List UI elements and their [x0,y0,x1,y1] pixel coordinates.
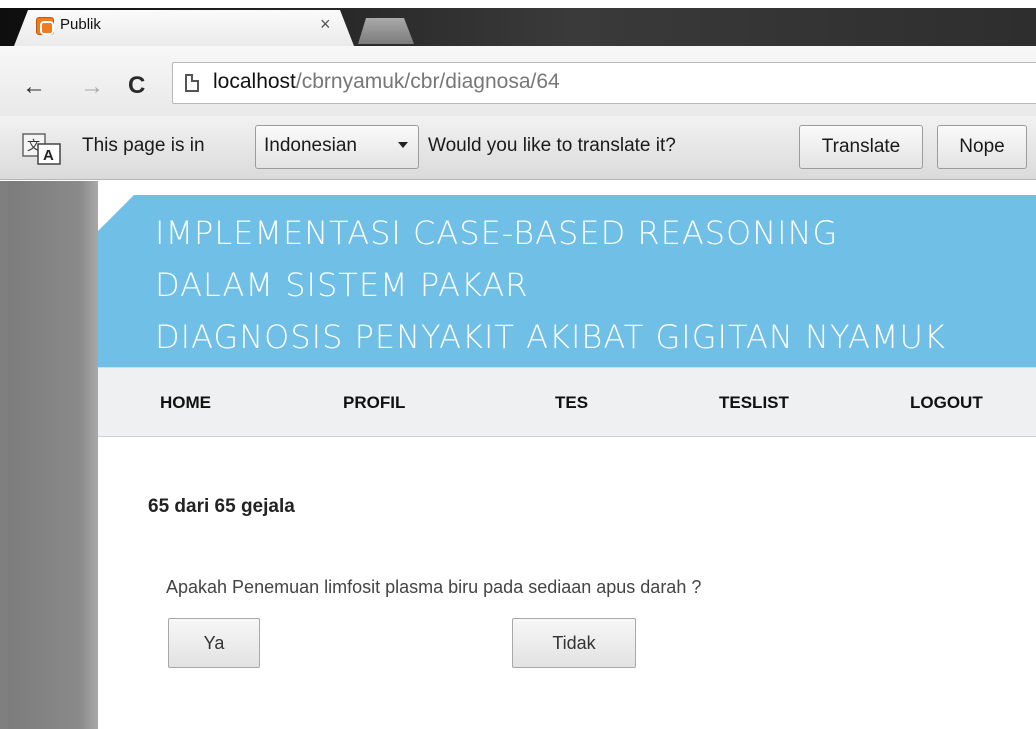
page-icon [185,74,199,92]
url-host: localhost [213,70,296,93]
symptom-counter: 65 dari 65 gejala [148,496,295,517]
url-path: /cbrnyamuk/cbr/diagnosa/64 [295,70,560,93]
nav-item-tes[interactable]: TES [555,393,588,413]
translate-prompt-question: Would you like to translate it? [428,135,676,156]
xampp-favicon-icon [36,17,54,35]
header-title-line-3: DIAGNOSIS PENYAKIT AKIBAT GIGITAN NYAMUK [155,318,946,356]
page-side-shadow [8,181,98,729]
language-select-value: Indonesian [264,135,357,156]
header-title-line-2: DALAM SISTEM PAKAR [155,266,529,304]
nope-button[interactable]: Nope [937,125,1027,169]
reload-icon[interactable]: C [128,72,145,100]
url-text[interactable]: localhost/cbrnyamuk/cbr/diagnosa/64 [213,70,560,94]
nav-item-home[interactable]: HOME [160,393,211,413]
diagnosis-question: Apakah Penemuan limfosit plasma biru pad… [166,577,702,597]
tab-title: Publik [60,16,101,33]
translate-button[interactable]: Translate [799,125,923,169]
translate-prompt-prefix: This page is in [82,135,205,156]
yes-button[interactable]: Ya [168,618,260,668]
nav-item-profil[interactable]: PROFIL [343,393,405,413]
header-title-line-1: IMPLEMENTASI CASE-BASED REASONING [155,214,839,252]
forward-arrow-icon[interactable]: → [80,75,104,99]
chevron-down-icon [398,142,408,148]
no-button[interactable]: Tidak [512,618,636,668]
translate-icon: 文 A [22,133,61,165]
back-arrow-icon[interactable]: ← [22,75,46,99]
tab-close-icon[interactable]: × [320,14,331,35]
svg-text:A: A [43,147,54,164]
nav-item-teslist[interactable]: TESLIST [719,393,789,413]
nav-item-logout[interactable]: LOGOUT [910,393,983,413]
